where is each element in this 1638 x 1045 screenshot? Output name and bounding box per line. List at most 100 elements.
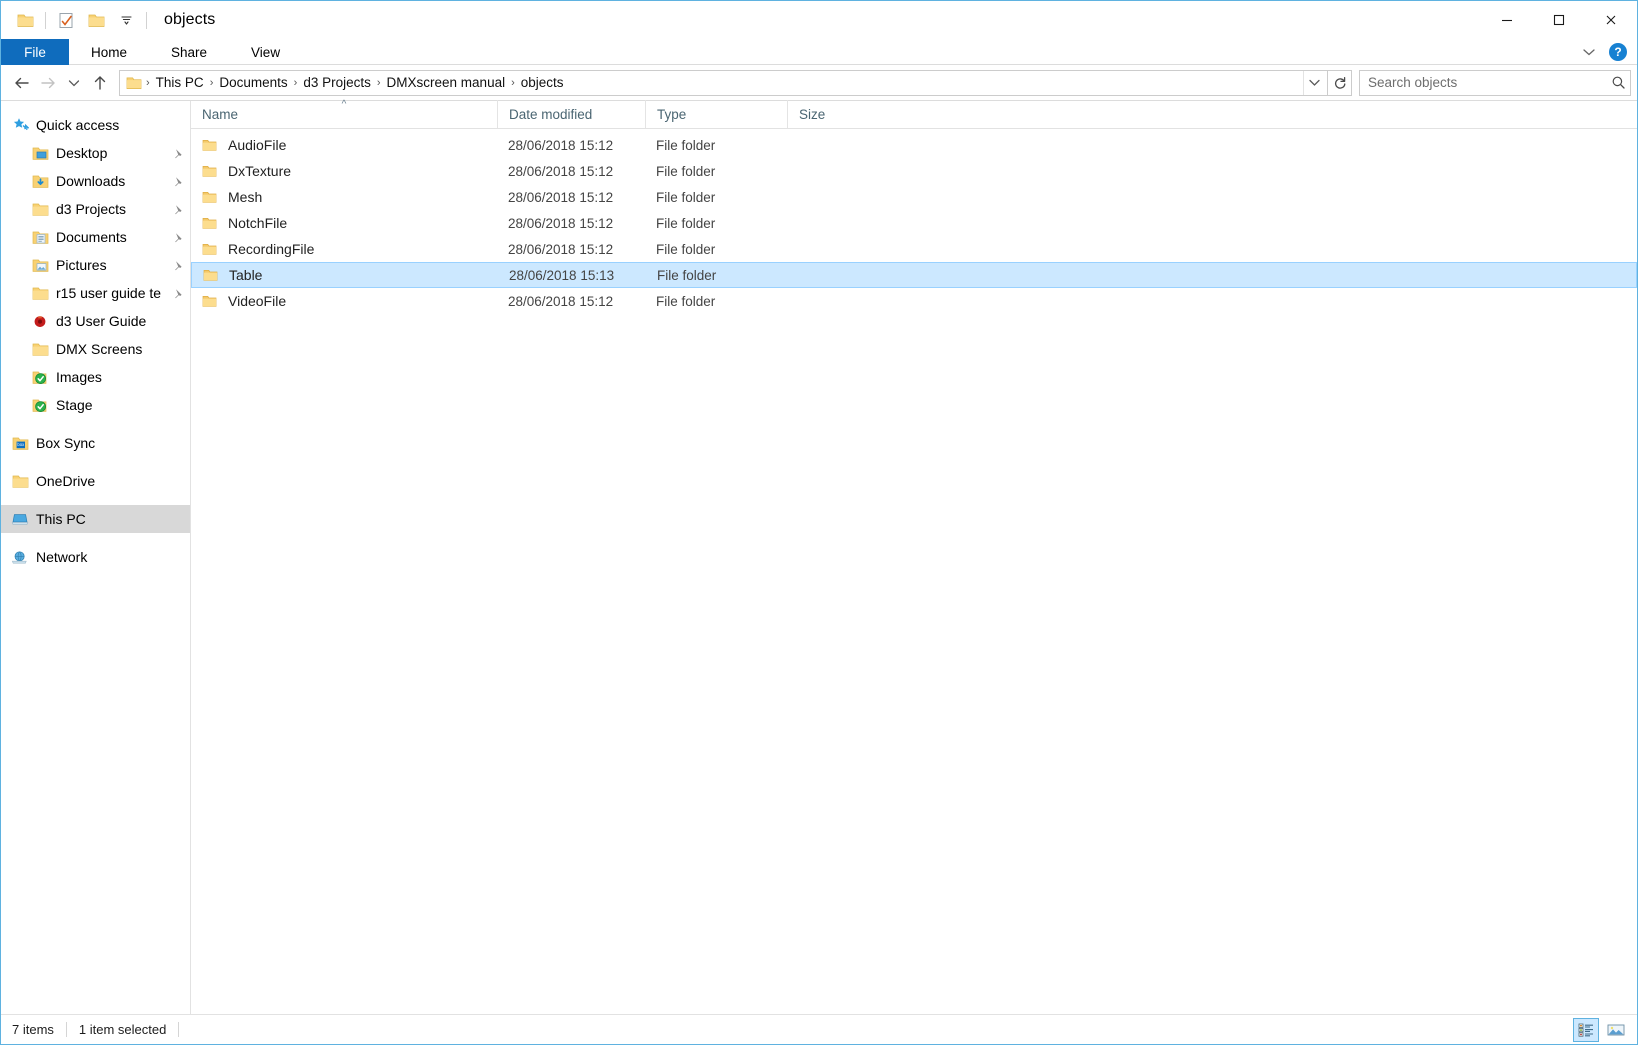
quick-access-toolbar xyxy=(10,5,152,35)
file-name: Mesh xyxy=(228,189,262,205)
table-row[interactable]: AudioFile 28/06/2018 15:12 File folder xyxy=(191,132,1637,158)
sidebar-item-stage[interactable]: Stage xyxy=(1,391,190,419)
breadcrumb-item-d3-projects[interactable]: d3 Projects xyxy=(298,75,376,90)
file-type-cell: File folder xyxy=(645,216,787,231)
search-input[interactable] xyxy=(1368,75,1611,90)
large-icons-view-button[interactable] xyxy=(1603,1018,1629,1042)
breadcrumb-item-documents[interactable]: Documents xyxy=(214,75,292,90)
sidebar-item-desktop[interactable]: Desktop xyxy=(1,139,190,167)
folder-icon xyxy=(202,294,220,308)
up-button[interactable] xyxy=(87,69,113,97)
breadcrumb-folder-icon xyxy=(126,76,142,90)
breadcrumb-item-objects[interactable]: objects xyxy=(516,75,569,90)
file-name: Table xyxy=(229,267,262,283)
properties-icon[interactable] xyxy=(51,5,81,35)
sidebar-item-this-pc[interactable]: This PC xyxy=(1,505,190,533)
new-folder-icon[interactable] xyxy=(81,5,111,35)
folder-icon xyxy=(202,138,220,152)
customize-dropdown-icon[interactable] xyxy=(111,5,141,35)
desktop-folder-icon xyxy=(31,144,49,162)
sidebar-item-d3-user-guide[interactable]: d3 User Guide xyxy=(1,307,190,335)
sidebar-item-documents[interactable]: Documents xyxy=(1,223,190,251)
tab-share[interactable]: Share xyxy=(149,39,229,65)
window-controls xyxy=(1481,1,1637,39)
sidebar-spacer xyxy=(1,533,190,543)
details-view-button[interactable] xyxy=(1573,1018,1599,1042)
pin-icon[interactable] xyxy=(170,260,184,271)
column-header-date-modified[interactable]: Date modified xyxy=(497,100,645,128)
table-row[interactable]: RecordingFile 28/06/2018 15:12 File fold… xyxy=(191,236,1637,262)
table-row[interactable]: Mesh 28/06/2018 15:12 File folder xyxy=(191,184,1637,210)
recent-locations-icon[interactable] xyxy=(61,69,87,97)
previous-locations-icon[interactable] xyxy=(1303,71,1325,95)
column-header-type[interactable]: Type xyxy=(645,100,787,128)
status-bar: 7 items 1 item selected xyxy=(1,1014,1637,1044)
sidebar-item-images[interactable]: Images xyxy=(1,363,190,391)
file-name-cell: DxTexture xyxy=(191,163,497,179)
sidebar-item-label: Images xyxy=(56,369,184,385)
tab-file[interactable]: File xyxy=(1,39,69,65)
sidebar-item-label: Documents xyxy=(56,229,170,245)
column-header-name[interactable]: ^ Name xyxy=(191,100,497,128)
refresh-button[interactable] xyxy=(1328,70,1352,96)
table-row[interactable]: DxTexture 28/06/2018 15:12 File folder xyxy=(191,158,1637,184)
table-row[interactable]: Table 28/06/2018 15:13 File folder xyxy=(191,262,1637,288)
sidebar-item-pictures[interactable]: Pictures xyxy=(1,251,190,279)
svg-text:box: box xyxy=(17,442,25,447)
sidebar-group-quick-access[interactable]: Quick access xyxy=(1,111,190,139)
column-header-label: Date modified xyxy=(509,107,592,122)
pin-icon[interactable] xyxy=(170,288,184,299)
pin-icon[interactable] xyxy=(170,148,184,159)
sidebar-item-network[interactable]: Network xyxy=(1,543,190,571)
pin-icon[interactable] xyxy=(170,204,184,215)
tab-home[interactable]: Home xyxy=(69,39,149,65)
minimize-button[interactable] xyxy=(1481,1,1533,39)
file-name: NotchFile xyxy=(228,215,287,231)
sidebar-item-label: Box Sync xyxy=(36,435,184,451)
search-icon[interactable] xyxy=(1611,75,1626,90)
column-header-label: Size xyxy=(799,107,825,122)
close-button[interactable] xyxy=(1585,1,1637,39)
file-type-cell: File folder xyxy=(645,190,787,205)
folder-icon xyxy=(202,216,220,230)
pin-icon[interactable] xyxy=(170,232,184,243)
breadcrumb-tail xyxy=(1303,71,1325,95)
folder-icon xyxy=(203,268,221,282)
explorer-body: Quick access Desktop Downloads xyxy=(1,101,1637,1014)
breadcrumb-item-this-pc[interactable]: This PC xyxy=(151,75,209,90)
file-date-cell: 28/06/2018 15:12 xyxy=(497,190,645,205)
tab-view[interactable]: View xyxy=(229,39,302,65)
chevron-down-icon[interactable] xyxy=(1577,40,1601,64)
file-type-cell: File folder xyxy=(645,138,787,153)
breadcrumb-item-dmxscreen-manual[interactable]: DMXscreen manual xyxy=(382,75,511,90)
folder-icon xyxy=(202,190,220,204)
title-bar: objects xyxy=(1,1,1637,39)
sidebar-item-label: Desktop xyxy=(56,145,170,161)
sidebar-item-label: Network xyxy=(36,549,184,565)
pin-icon[interactable] xyxy=(170,176,184,187)
column-header-size[interactable]: Size xyxy=(787,100,883,128)
forward-button[interactable] xyxy=(35,69,61,97)
table-row[interactable]: VideoFile 28/06/2018 15:12 File folder xyxy=(191,288,1637,314)
column-header-label: Type xyxy=(657,107,686,122)
file-name-cell: NotchFile xyxy=(191,215,497,231)
file-name-cell: Table xyxy=(192,267,498,283)
qat-divider-2 xyxy=(146,12,147,29)
sidebar-item-downloads[interactable]: Downloads xyxy=(1,167,190,195)
back-button[interactable] xyxy=(9,69,35,97)
file-type-cell: File folder xyxy=(645,242,787,257)
breadcrumb[interactable]: › This PC › Documents › d3 Projects › DM… xyxy=(119,70,1328,96)
file-date-cell: 28/06/2018 15:12 xyxy=(497,164,645,179)
file-type-cell: File folder xyxy=(646,268,788,283)
sync-ok-folder-icon xyxy=(31,396,49,414)
sidebar-item-onedrive[interactable]: OneDrive xyxy=(1,467,190,495)
sidebar-item-box-sync[interactable]: box Box Sync xyxy=(1,429,190,457)
help-icon[interactable]: ? xyxy=(1609,43,1627,61)
sidebar-item-d3-projects[interactable]: d3 Projects xyxy=(1,195,190,223)
sidebar-item-r15-user-guide[interactable]: r15 user guide te xyxy=(1,279,190,307)
table-row[interactable]: NotchFile 28/06/2018 15:12 File folder xyxy=(191,210,1637,236)
sidebar-item-dmx-screens[interactable]: DMX Screens xyxy=(1,335,190,363)
search-box[interactable] xyxy=(1359,70,1631,96)
folder-icon[interactable] xyxy=(10,5,40,35)
maximize-button[interactable] xyxy=(1533,1,1585,39)
